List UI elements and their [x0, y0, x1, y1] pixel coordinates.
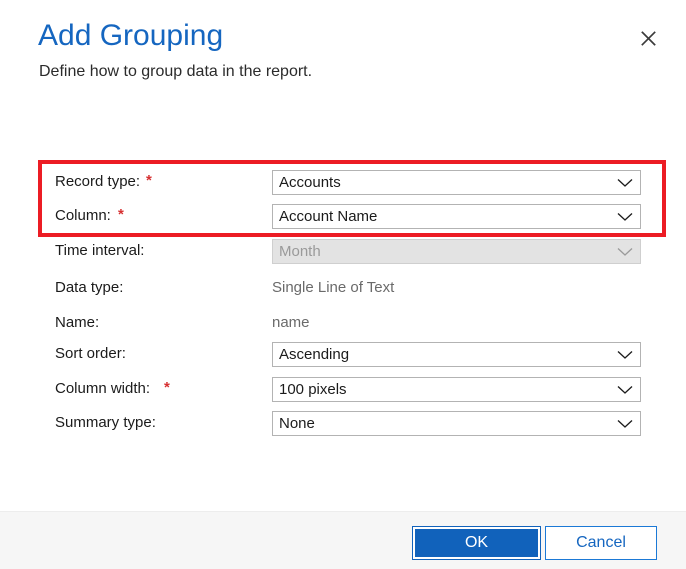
label-data-type: Data type: [55, 279, 124, 296]
dropdown-sort-order[interactable]: Ascending [272, 342, 641, 367]
form-row-data-type: Data type: Single Line of Text [0, 276, 686, 310]
label-summary-type: Summary type: [55, 414, 156, 431]
required-marker-column: * [118, 206, 124, 223]
dropdown-value-column: Account Name [279, 208, 378, 225]
close-button[interactable] [632, 22, 664, 54]
form-row-time-interval: Time interval: Month [0, 239, 686, 273]
static-value-name: name [272, 314, 310, 331]
add-grouping-dialog: Add Grouping Define how to group data in… [0, 0, 686, 569]
form-row-column-width: Column width: * 100 pixels [0, 377, 686, 411]
dropdown-column[interactable]: Account Name [272, 204, 641, 229]
dropdown-value-summary-type: None [279, 415, 315, 432]
label-column-width: Column width: [55, 380, 151, 397]
dropdown-value-time-interval: Month [279, 243, 321, 260]
chevron-down-icon [617, 247, 633, 256]
form-row-name: Name: name [0, 311, 686, 345]
chevron-down-icon [617, 385, 633, 394]
dropdown-record-type[interactable]: Accounts [272, 170, 641, 195]
cancel-button[interactable]: Cancel [545, 526, 657, 560]
label-name: Name: [55, 314, 100, 331]
dialog-subtitle: Define how to group data in the report. [39, 63, 313, 80]
close-icon [640, 30, 656, 46]
label-sort-order: Sort order: [55, 345, 126, 362]
chevron-down-icon [617, 178, 633, 187]
dialog-footer: OK Cancel [0, 511, 686, 569]
chevron-down-icon [617, 350, 633, 359]
grouping-form: Record type: * Accounts Column: * Account Nam… [0, 110, 686, 511]
dropdown-time-interval: Month [272, 239, 641, 264]
ok-button[interactable]: OK [412, 526, 541, 560]
dropdown-column-width[interactable]: 100 pixels [272, 377, 641, 402]
label-time-interval: Time interval: [55, 242, 145, 259]
dropdown-value-record-type: Accounts [279, 174, 341, 191]
form-row-column: Column: * Account Name [0, 204, 686, 238]
required-marker-record-type: * [146, 172, 152, 189]
dialog-header: Add Grouping Define how to group data in… [0, 0, 686, 110]
form-row-summary-type: Summary type: None [0, 411, 686, 445]
label-column: Column: [55, 207, 111, 224]
form-row-record-type: Record type: * Accounts [0, 170, 686, 204]
static-value-data-type: Single Line of Text [272, 279, 395, 296]
required-marker-column-width: * [164, 379, 170, 396]
dropdown-value-sort-order: Ascending [279, 346, 350, 363]
dropdown-summary-type[interactable]: None [272, 411, 641, 436]
form-row-sort-order: Sort order: Ascending [0, 342, 686, 376]
chevron-down-icon [617, 212, 633, 221]
chevron-down-icon [617, 419, 633, 428]
page-title: Add Grouping [38, 19, 224, 52]
label-record-type: Record type: [55, 173, 141, 190]
dropdown-value-column-width: 100 pixels [279, 381, 347, 398]
